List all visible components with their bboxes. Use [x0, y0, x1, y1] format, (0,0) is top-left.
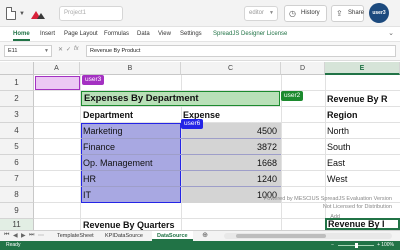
row-header-4[interactable]: 4	[0, 123, 34, 139]
title-bar: ▼ Project1 editor ▼ ◷ History ⇪ Share us…	[0, 0, 400, 27]
zoom-in-icon[interactable]: +	[377, 241, 380, 250]
evaluation-watermark-line2: Not Licensed for Distribution	[322, 204, 392, 210]
spreadsheet-grid[interactable]: A B C D E 1 2 3 4 5 6 7 8 9 10 Expenses …	[0, 62, 400, 230]
cell-reference-value: E11	[8, 48, 18, 54]
sheet-title: Expenses By Department	[84, 93, 199, 104]
status-bar: Ready − + 100%	[0, 241, 400, 250]
fx-icon[interactable]: fx	[74, 46, 79, 52]
sheet-tab-templatesheet[interactable]: TemplateSheet	[52, 231, 99, 241]
header-department: Department	[83, 110, 134, 120]
history-button[interactable]: ◷ History	[284, 5, 327, 22]
column-header-a[interactable]: A	[34, 62, 80, 75]
sheet-tab-kpidatasource[interactable]: KPIDataSource	[100, 231, 148, 241]
tab-designer-license[interactable]: SpreadJS Designer License	[213, 30, 287, 39]
department-cell[interactable]: IT	[83, 187, 179, 203]
department-cell[interactable]: Finance	[83, 139, 179, 155]
evaluation-watermark-line1: Powered by MESCIUS SpreadJS Evaluation V…	[263, 196, 392, 202]
collaborator-tag-user6: user6	[181, 119, 204, 129]
horizontal-scrollbar[interactable]	[224, 233, 392, 239]
share-label: Share	[348, 10, 365, 16]
zoom-slider-thumb[interactable]	[355, 243, 358, 248]
row-header-9[interactable]: 9	[0, 203, 34, 219]
row-header-7[interactable]: 7	[0, 171, 34, 187]
collaborator-tag-user2: user2	[281, 91, 304, 101]
row-header-1[interactable]: 1	[0, 75, 34, 91]
avatar[interactable]: user3	[369, 3, 389, 23]
confirm-icon[interactable]: ✓	[66, 46, 71, 53]
share-icon: ⇪	[336, 9, 343, 18]
quarters-title[interactable]: Revenue By Quarters	[83, 217, 279, 230]
select-all-corner[interactable]	[0, 62, 34, 75]
row-header-5[interactable]: 5	[0, 139, 34, 155]
expense-cell[interactable]: 1668	[182, 155, 281, 171]
add-sheet-icon[interactable]: ⊕	[200, 231, 210, 241]
chevron-down-icon[interactable]: ▼	[19, 11, 25, 17]
sheet-tab-datasource[interactable]: DataSource	[152, 231, 193, 241]
tab-page-layout[interactable]: Page Layout	[64, 30, 98, 39]
tab-home[interactable]: Home	[13, 30, 30, 41]
chevron-down-icon[interactable]: ⌄	[388, 29, 394, 37]
row-header-8[interactable]: 8	[0, 187, 34, 203]
last-sheet-icon[interactable]: ⏭	[29, 232, 34, 239]
tab-settings[interactable]: Settings	[180, 30, 202, 39]
column-header-b[interactable]: B	[80, 62, 181, 75]
history-label: History	[301, 10, 320, 16]
tab-formulas[interactable]: Formulas	[104, 30, 129, 39]
chevron-down-icon: ▼	[269, 10, 274, 16]
collaborator-tag-user3: user3	[82, 75, 105, 85]
department-cell[interactable]: Marketing	[83, 123, 179, 139]
file-icon[interactable]	[6, 7, 16, 20]
user-select[interactable]: editor ▼	[244, 6, 278, 21]
more-sheets-icon[interactable]: ⋯	[38, 232, 44, 239]
department-cell[interactable]: Op. Management	[83, 155, 179, 171]
row-header-2[interactable]: 2	[0, 91, 34, 107]
chevron-down-icon: ▼	[44, 48, 49, 54]
next-sheet-icon[interactable]: ▶	[21, 232, 26, 239]
active-cell-value: Revenue By I	[328, 219, 385, 229]
row-header-11[interactable]: 11	[0, 219, 34, 230]
region-cell[interactable]: North	[327, 123, 400, 139]
zoom-level[interactable]: 100%	[381, 241, 394, 250]
row-header-6[interactable]: 6	[0, 155, 34, 171]
prev-sheet-icon[interactable]: ◀	[13, 232, 18, 239]
column-header-c[interactable]: C	[181, 62, 281, 75]
user-select-value: editor	[249, 10, 265, 16]
expense-cell[interactable]: 3872	[182, 139, 281, 155]
department-cell[interactable]: HR	[83, 171, 179, 187]
logo-icon	[31, 11, 45, 19]
cell-reference-box[interactable]: E11 ▼	[4, 45, 52, 57]
cancel-icon[interactable]: ✕	[58, 46, 63, 53]
expense-cell[interactable]: 1240	[182, 171, 281, 187]
status-text: Ready	[6, 242, 21, 248]
formula-input[interactable]: Revenue By Product	[86, 45, 396, 57]
workbook-name-input[interactable]: Project1	[59, 6, 123, 21]
region-cell[interactable]: West	[327, 171, 400, 187]
column-header-e[interactable]: E	[325, 62, 400, 75]
zoom-slider[interactable]	[338, 243, 374, 248]
first-sheet-icon[interactable]: ⏮	[4, 232, 9, 239]
sheet-tab-bar: ⏮ ◀ ▶ ⏭ ⋯ TemplateSheet KPIDataSource Da…	[0, 230, 400, 241]
region-cell[interactable]: South	[327, 139, 400, 155]
cell-a1-selection[interactable]	[35, 76, 80, 90]
share-button[interactable]: ⇪ Share	[331, 5, 364, 22]
row-header-3[interactable]: 3	[0, 107, 34, 123]
region-cell[interactable]: East	[327, 155, 400, 171]
tab-data[interactable]: Data	[137, 30, 150, 39]
horizontal-scroll-thumb[interactable]	[236, 234, 326, 238]
zoom-out-icon[interactable]: −	[331, 241, 334, 250]
history-icon: ◷	[289, 9, 296, 18]
header-region: Region	[327, 110, 358, 120]
region-title[interactable]: Revenue By R	[327, 91, 400, 107]
tab-insert[interactable]: Insert	[40, 30, 55, 39]
column-header-d[interactable]: D	[281, 62, 325, 75]
ribbon-tabs: Home Insert Page Layout Formulas Data Vi…	[0, 28, 400, 42]
formula-bar: E11 ▼ ✕ ✓ fx Revenue By Product	[0, 42, 400, 61]
tab-view[interactable]: View	[158, 30, 171, 39]
